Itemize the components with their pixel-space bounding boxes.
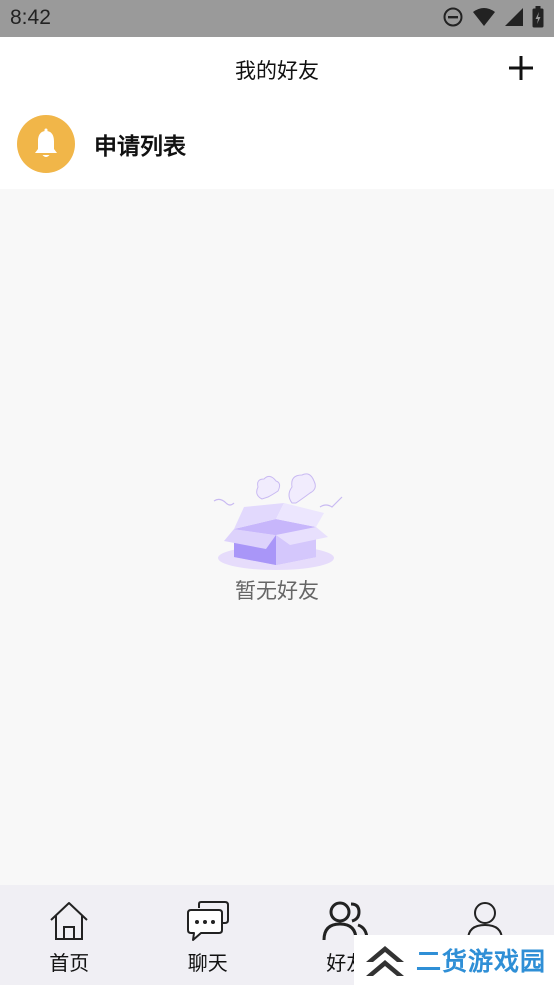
status-time: 8:42: [10, 6, 51, 29]
empty-box-illustration: [206, 469, 346, 575]
home-icon: [47, 900, 91, 942]
watermark: 二货游戏园: [354, 935, 554, 985]
do-not-disturb-icon: [442, 6, 464, 28]
watermark-text: 二货游戏园: [416, 947, 547, 976]
status-icons: [442, 6, 544, 28]
status-bar: 8:42: [0, 0, 554, 37]
signal-icon: [504, 6, 524, 28]
apply-list-label: 申请列表: [94, 134, 186, 160]
apply-list-row[interactable]: 申请列表: [0, 99, 554, 189]
bell-icon: [35, 128, 57, 157]
add-friend-button[interactable]: [504, 51, 538, 85]
plus-icon: [509, 56, 533, 80]
tab-home-label: 首页: [49, 951, 90, 975]
double-chevron-up-icon: [366, 946, 404, 976]
battery-icon: [532, 6, 544, 28]
header: 我的好友: [0, 37, 554, 99]
tab-chat[interactable]: 聊天: [139, 885, 278, 985]
wifi-icon: [472, 6, 496, 28]
empty-state-text: 暂无好友: [235, 579, 319, 603]
page-title: 我的好友: [235, 59, 319, 83]
friend-list-empty-area: 暂无好友: [0, 189, 554, 885]
bell-icon-circle: [17, 115, 75, 173]
tab-home[interactable]: 首页: [0, 885, 139, 985]
chat-icon: [185, 900, 231, 942]
tab-chat-label: 聊天: [187, 951, 228, 975]
